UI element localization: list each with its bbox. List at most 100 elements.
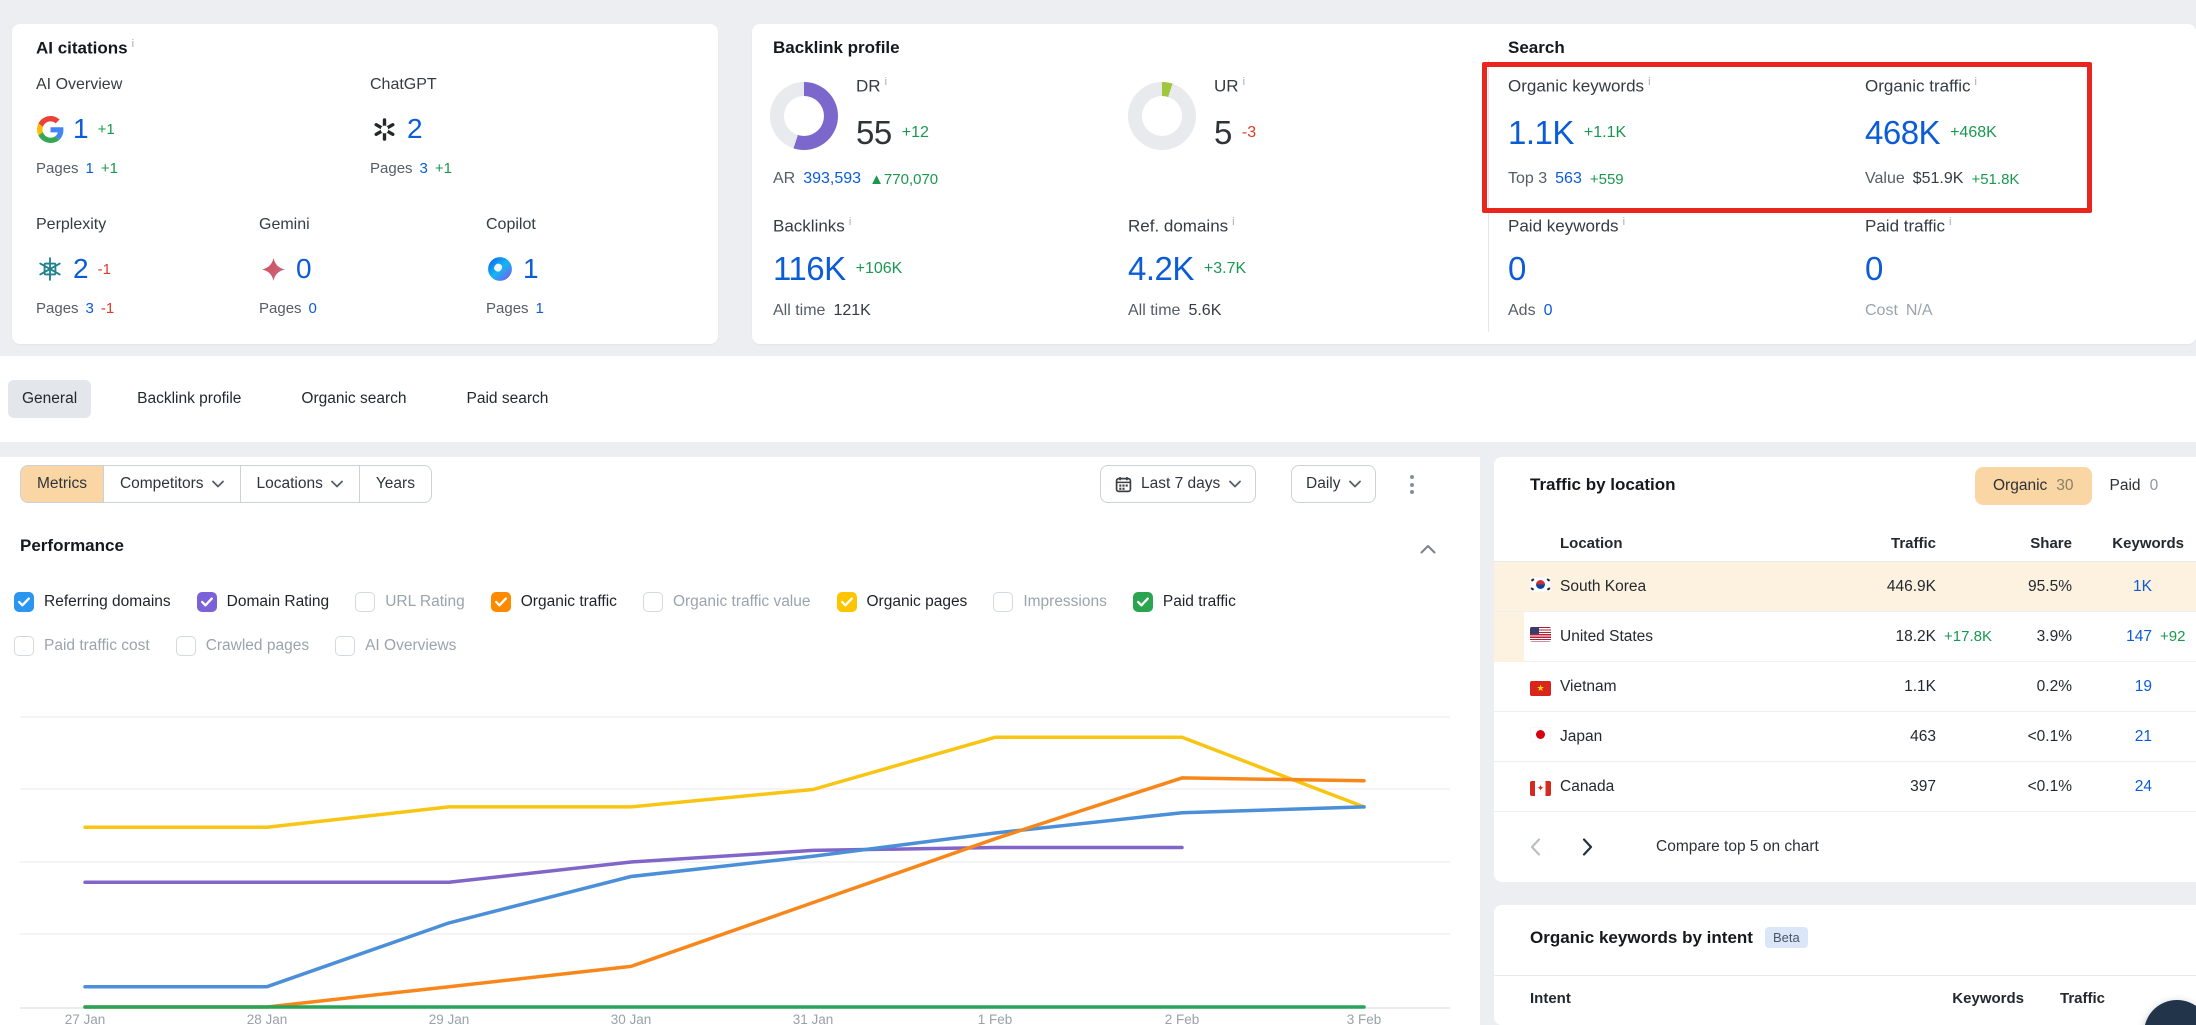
keywords-count-link[interactable]: 1K — [2072, 578, 2152, 596]
paid-keywords-number-link[interactable]: 0 — [1508, 250, 1526, 288]
metric-checkbox-organic-traffic-value[interactable]: Organic traffic value — [643, 592, 811, 612]
ads-value-link[interactable]: 0 — [1544, 302, 1553, 320]
keywords-by-intent-title: Organic keywords by intent Beta — [1530, 927, 1808, 948]
ref-domains-number-link[interactable]: 4.2K — [1128, 250, 1194, 288]
metric-checkbox-domain-rating[interactable]: Domain Rating — [197, 592, 330, 612]
filter-button-group: MetricsCompetitorsLocationsYears — [20, 465, 432, 503]
tab-general[interactable]: General — [8, 380, 91, 418]
metric-checkbox-organic-pages[interactable]: Organic pages — [837, 592, 968, 612]
metric-checkbox-ai-overviews[interactable]: AI Overviews — [335, 636, 456, 656]
unchecked-checkbox-icon — [643, 592, 663, 612]
citation-count-link[interactable]: 2 — [407, 113, 423, 145]
location-row-vietnam[interactable]: ★Vietnam1.1K0.2%19 — [1494, 662, 2196, 712]
traffic-by-location-title: Traffic by location — [1530, 475, 1675, 495]
chevron-left-icon — [1530, 838, 1541, 856]
organic-keywords-number-link[interactable]: 1.1K — [1508, 114, 1574, 152]
ar-line: AR393,593▲770,070 — [773, 170, 938, 188]
info-icon[interactable]: i — [1949, 216, 1951, 228]
paid-keywords-label: Paid keywordsi — [1508, 216, 1625, 237]
traffic-value: 446.9K — [1824, 578, 1936, 596]
info-icon[interactable]: i — [1623, 216, 1625, 228]
organic-paid-toggle: Organic30 Paid0 — [1975, 467, 2176, 505]
pages-count-link[interactable]: 1 — [86, 160, 94, 177]
ar-value-link[interactable]: 393,593 — [803, 170, 861, 188]
metric-checkbox-impressions[interactable]: Impressions — [993, 592, 1107, 612]
metric-checkbox-url-rating[interactable]: URL Rating — [355, 592, 465, 612]
pages-count-link[interactable]: 0 — [309, 300, 317, 317]
location-row-canada[interactable]: ✦Canada397<0.1%24 — [1494, 762, 2196, 812]
ai-citation-value-row: 2 — [370, 114, 452, 144]
filter-years[interactable]: Years — [359, 466, 431, 502]
compare-top5-link[interactable]: Compare top 5 on chart — [1656, 838, 1819, 856]
citation-count-link[interactable]: 0 — [296, 253, 312, 285]
performance-chart[interactable] — [0, 657, 1480, 1025]
pages-count-link[interactable]: 1 — [536, 300, 544, 317]
citation-count-link[interactable]: 2 — [73, 253, 89, 285]
date-range-button[interactable]: Last 7 days — [1100, 465, 1256, 503]
backlinks-alltime: All time121K — [773, 302, 871, 320]
tab-paid-search[interactable]: Paid search — [453, 380, 563, 418]
keywords-count-link[interactable]: 21 — [2072, 728, 2152, 746]
filter-locations[interactable]: Locations — [240, 466, 359, 502]
tab-backlink-profile[interactable]: Backlink profile — [123, 380, 255, 418]
location-row-japan[interactable]: Japan463<0.1%21 — [1494, 712, 2196, 762]
info-icon[interactable]: i — [849, 216, 851, 228]
prev-page-button[interactable] — [1524, 838, 1546, 856]
chevron-right-icon — [1582, 838, 1593, 856]
metric-checkbox-paid-traffic[interactable]: Paid traffic — [1133, 592, 1236, 612]
traffic-by-location-panel: Traffic by location Organic30 Paid0 Loca… — [1494, 457, 2196, 882]
location-row-south-korea[interactable]: South Korea446.9K95.5%1K — [1494, 562, 2196, 612]
dr-label: DRi — [856, 76, 887, 97]
location-name: Japan — [1560, 728, 1824, 746]
unchecked-checkbox-icon — [14, 636, 34, 656]
tab-organic-search[interactable]: Organic search — [287, 380, 420, 418]
location-name: Canada — [1560, 778, 1824, 796]
toggle-organic[interactable]: Organic30 — [1975, 467, 2092, 505]
citation-count-link[interactable]: 1 — [523, 253, 539, 285]
info-icon[interactable]: i — [1243, 76, 1245, 88]
location-name: United States — [1560, 628, 1824, 646]
ai-citation-copilot: Copilot1Pages1 — [486, 216, 544, 317]
paid-traffic-number-link[interactable]: 0 — [1865, 250, 1883, 288]
location-table-header: Location Traffic Share Keywords — [1494, 525, 2196, 562]
section-divider — [1488, 60, 1489, 332]
backlinks-number-link[interactable]: 116K — [773, 250, 846, 288]
info-icon[interactable]: i — [132, 38, 134, 50]
citation-count-link[interactable]: 1 — [73, 113, 89, 145]
organic-traffic-number-link[interactable]: 468K — [1865, 114, 1940, 152]
filter-metrics[interactable]: Metrics — [21, 466, 103, 502]
pages-count-link[interactable]: 3 — [420, 160, 428, 177]
next-page-button[interactable] — [1576, 838, 1598, 856]
info-icon[interactable]: i — [1648, 76, 1650, 88]
row-highlight-gutter — [1494, 612, 1524, 662]
traffic-value: 1.1K — [1824, 678, 1936, 696]
top3-value-link[interactable]: 563 — [1555, 170, 1582, 188]
x-tick-label: 31 Jan — [778, 1012, 848, 1025]
filter-competitors[interactable]: Competitors — [103, 466, 240, 502]
keywords-count-link[interactable]: 147 — [2072, 628, 2152, 646]
info-icon[interactable]: i — [885, 76, 887, 88]
more-options-button[interactable] — [1404, 469, 1420, 500]
info-icon[interactable]: i — [1232, 216, 1234, 228]
flag-jp-icon — [1530, 727, 1560, 747]
ref-domains-value: 4.2K+3.7K — [1128, 250, 1246, 288]
metric-checkbox-paid-traffic-cost[interactable]: Paid traffic cost — [14, 636, 150, 656]
location-row-united-states[interactable]: United States18.2K+17.8K3.9%147+92 — [1494, 612, 2196, 662]
x-tick-label: 28 Jan — [232, 1012, 302, 1025]
flag-vn-icon: ★ — [1530, 678, 1560, 696]
ur-value: 5-3 — [1214, 114, 1256, 152]
metric-checkbox-organic-traffic[interactable]: Organic traffic — [491, 592, 617, 612]
ai-citation-pages-row: Pages3+1 — [370, 160, 452, 177]
metric-checkbox-crawled-pages[interactable]: Crawled pages — [176, 636, 309, 656]
keywords-count-link[interactable]: 24 — [2072, 778, 2152, 796]
overview-tabstrip: General Backlink profile Organic search Pai… — [0, 356, 2196, 442]
metric-checkbox-referring-domains[interactable]: Referring domains — [14, 592, 171, 612]
info-icon[interactable]: i — [1975, 76, 1977, 88]
pages-count-link[interactable]: 3 — [86, 300, 94, 317]
collapse-section-button[interactable] — [1420, 541, 1436, 559]
toggle-paid[interactable]: Paid0 — [2092, 467, 2177, 505]
citation-delta: +1 — [98, 121, 115, 138]
granularity-button[interactable]: Daily — [1291, 465, 1376, 503]
beta-badge: Beta — [1765, 927, 1808, 948]
keywords-count-link[interactable]: 19 — [2072, 678, 2152, 696]
